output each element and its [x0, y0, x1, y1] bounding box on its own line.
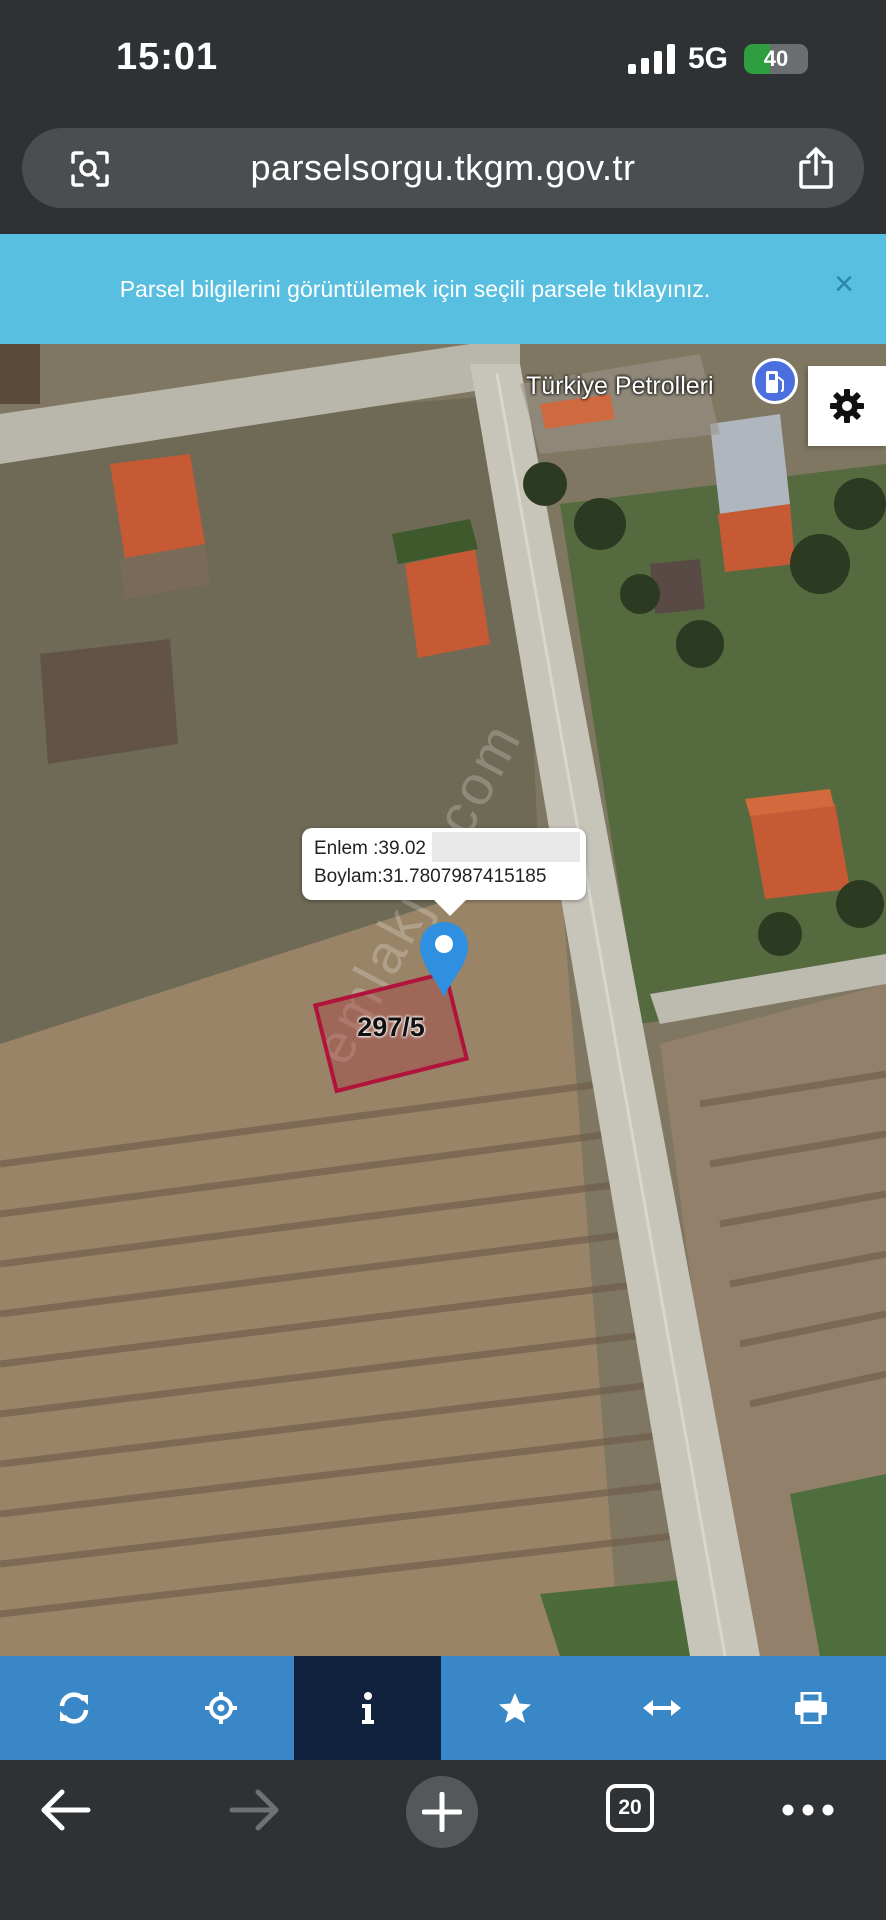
status-time: 15:01	[116, 36, 219, 78]
print-button[interactable]	[735, 1656, 886, 1760]
latitude-text: Enlem :39.02	[314, 838, 426, 859]
fuel-pump-glyph	[766, 371, 784, 393]
favorite-button[interactable]	[441, 1656, 588, 1760]
fuel-station-icon[interactable]	[752, 358, 798, 404]
network-type: 5G	[688, 42, 729, 75]
redacted-area	[432, 832, 580, 862]
back-icon[interactable]	[38, 1782, 94, 1838]
gear-icon	[830, 389, 864, 423]
measure-icon	[642, 1700, 681, 1716]
share-icon[interactable]	[796, 146, 836, 190]
info-button[interactable]	[294, 1656, 441, 1760]
close-icon[interactable]: ×	[830, 267, 858, 301]
browser-navigation-bar: 20	[0, 1760, 886, 1920]
map-settings-button[interactable]	[808, 366, 886, 446]
battery-level: 40	[763, 46, 789, 71]
url-text[interactable]: parselsorgu.tkgm.gov.tr	[22, 128, 864, 208]
poi-label[interactable]: Türkiye Petrolleri	[526, 372, 714, 401]
locate-button[interactable]	[147, 1656, 294, 1760]
coordinate-popup: Enlem :39.02 Boylam:31.7807987415185	[302, 828, 586, 916]
new-tab-button[interactable]	[406, 1776, 478, 1848]
star-icon	[498, 1693, 531, 1723]
page-scan-icon[interactable]	[70, 150, 110, 188]
satellite-map[interactable]: emlakjet.com Türkiye Petrolleri 297	[0, 344, 886, 1656]
measure-button[interactable]	[588, 1656, 735, 1760]
banner-message: Parsel bilgilerini görüntülemek için seç…	[119, 276, 711, 302]
address-bar[interactable]: parselsorgu.tkgm.gov.tr	[22, 128, 864, 208]
parcel-number[interactable]: 297/5	[346, 1012, 436, 1043]
map-toolbar	[0, 1656, 886, 1760]
locate-icon	[204, 1692, 237, 1724]
print-icon	[794, 1692, 827, 1724]
location-pin-icon[interactable]	[416, 918, 472, 1000]
status-bar: 15:01 5G 40	[0, 0, 886, 120]
plus-icon	[422, 1792, 462, 1832]
refresh-icon	[59, 1692, 88, 1724]
longitude-text: Boylam:31.7807987415185	[314, 866, 547, 887]
popup-pointer	[432, 898, 468, 916]
refresh-button[interactable]	[0, 1656, 147, 1760]
signal-icon	[628, 44, 675, 74]
forward-icon[interactable]	[226, 1782, 282, 1838]
more-options-icon[interactable]	[780, 1782, 836, 1838]
battery-icon: 40	[744, 44, 808, 74]
info-icon	[361, 1692, 374, 1724]
tabs-button[interactable]: 20	[606, 1784, 654, 1832]
info-banner: Parsel bilgilerini görüntülemek için seç…	[0, 234, 886, 344]
